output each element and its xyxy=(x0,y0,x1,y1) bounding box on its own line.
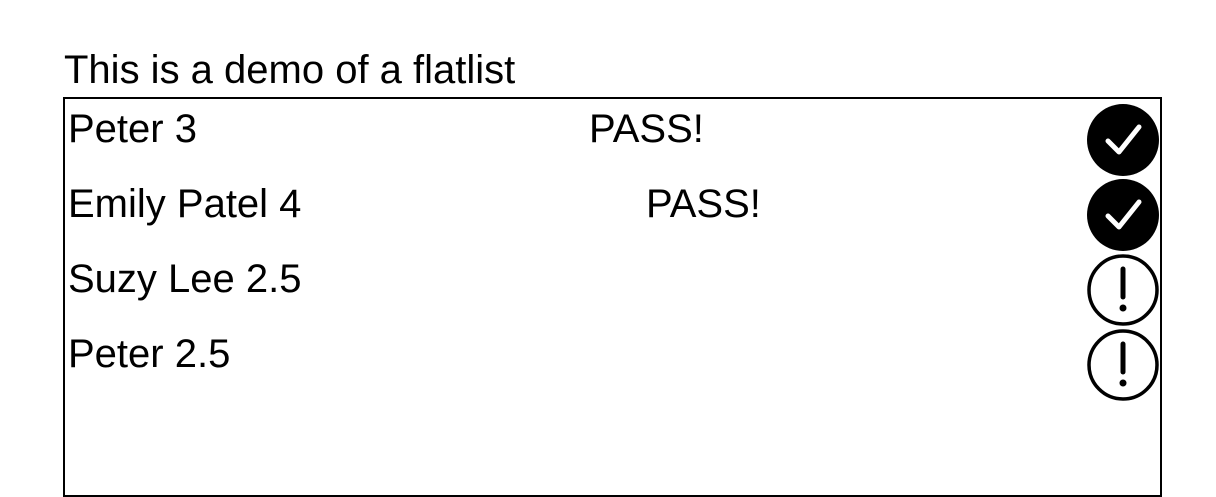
checkmark-circle-filled-icon xyxy=(1086,103,1160,177)
item-name: Suzy Lee 2.5 xyxy=(68,257,302,301)
flatlist[interactable]: Peter 3 PASS! Emily Patel 4 PASS! Suzy L… xyxy=(63,97,1162,497)
list-item[interactable]: Emily Patel 4 PASS! xyxy=(65,174,1160,252)
item-name: Emily Patel 4 xyxy=(68,182,302,226)
item-status: PASS! xyxy=(589,107,704,151)
page-title: This is a demo of a flatlist xyxy=(64,48,516,92)
list-item[interactable]: Peter 2.5 xyxy=(65,324,1160,402)
list-item[interactable]: Peter 3 PASS! xyxy=(65,99,1160,177)
item-name: Peter 2.5 xyxy=(68,332,231,376)
item-status: PASS! xyxy=(646,182,761,226)
item-name: Peter 3 xyxy=(68,107,197,151)
alert-circle-outline-icon xyxy=(1086,328,1160,402)
alert-circle-outline-icon xyxy=(1086,253,1160,327)
checkmark-circle-filled-icon xyxy=(1086,178,1160,252)
list-item[interactable]: Suzy Lee 2.5 xyxy=(65,249,1160,327)
